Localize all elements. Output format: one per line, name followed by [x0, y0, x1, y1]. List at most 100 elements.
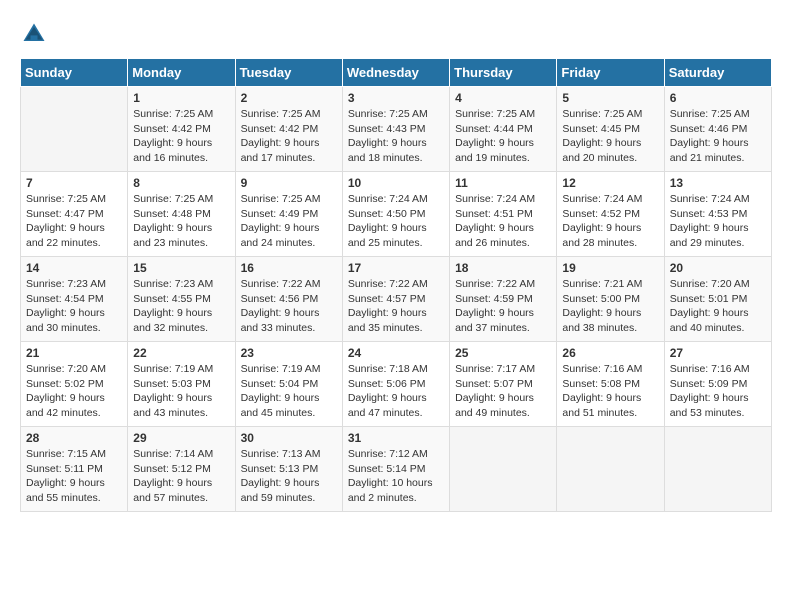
calendar-cell: 15 Sunrise: 7:23 AM Sunset: 4:55 PM Dayli… — [128, 257, 235, 342]
day-number: 25 — [455, 346, 551, 360]
calendar-cell: 18 Sunrise: 7:22 AM Sunset: 4:59 PM Dayli… — [450, 257, 557, 342]
day-number: 16 — [241, 261, 337, 275]
calendar-cell: 17Sunrise: 7:22 AM Sunset: 4:57 PM Dayli… — [342, 257, 449, 342]
calendar-cell: 21Sunrise: 7:20 AM Sunset: 5:02 PM Dayli… — [21, 342, 128, 427]
day-info: Sunrise: 7:22 AM Sunset: 4:59 PM Dayligh… — [455, 277, 551, 336]
day-info: Sunrise: 7:20 AM Sunset: 5:01 PM Dayligh… — [670, 277, 766, 336]
calendar-cell: 25 Sunrise: 7:17 AM Sunset: 5:07 PM Dayli… — [450, 342, 557, 427]
calendar-cell: 23 Sunrise: 7:19 AM Sunset: 5:04 PM Dayli… — [235, 342, 342, 427]
day-info: Sunrise: 7:25 AM Sunset: 4:46 PM Dayligh… — [670, 107, 766, 166]
calendar-cell: 24Sunrise: 7:18 AM Sunset: 5:06 PM Dayli… — [342, 342, 449, 427]
calendar-cell: 14 Sunrise: 7:23 AM Sunset: 4:54 PM Dayli… — [21, 257, 128, 342]
header-tuesday: Tuesday — [235, 59, 342, 87]
calendar-cell: 9 Sunrise: 7:25 AM Sunset: 4:49 PM Daylig… — [235, 172, 342, 257]
day-number: 7 — [26, 176, 122, 190]
day-info: Sunrise: 7:25 AM Sunset: 4:42 PM Dayligh… — [241, 107, 337, 166]
day-number: 1 — [133, 91, 229, 105]
day-number: 15 — [133, 261, 229, 275]
week-row-2: 7 Sunrise: 7:25 AM Sunset: 4:47 PM Daylig… — [21, 172, 772, 257]
calendar-cell: 31 Sunrise: 7:12 AM Sunset: 5:14 PM Dayli… — [342, 427, 449, 512]
day-number: 31 — [348, 431, 444, 445]
day-info: Sunrise: 7:14 AM Sunset: 5:12 PM Dayligh… — [133, 447, 229, 506]
calendar-cell: 3 Sunrise: 7:25 AM Sunset: 4:43 PM Daylig… — [342, 87, 449, 172]
day-info: Sunrise: 7:25 AM Sunset: 4:45 PM Dayligh… — [562, 107, 658, 166]
calendar-body: 1 Sunrise: 7:25 AM Sunset: 4:42 PM Daylig… — [21, 87, 772, 512]
day-number: 18 — [455, 261, 551, 275]
week-row-5: 28 Sunrise: 7:15 AM Sunset: 5:11 PM Dayli… — [21, 427, 772, 512]
calendar-cell: 26 Sunrise: 7:16 AM Sunset: 5:08 PM Dayli… — [557, 342, 664, 427]
header-monday: Monday — [128, 59, 235, 87]
calendar-cell: 20Sunrise: 7:20 AM Sunset: 5:01 PM Dayli… — [664, 257, 771, 342]
day-info: Sunrise: 7:25 AM Sunset: 4:42 PM Dayligh… — [133, 107, 229, 166]
calendar-cell: 13 Sunrise: 7:24 AM Sunset: 4:53 PM Dayli… — [664, 172, 771, 257]
calendar-cell: 12 Sunrise: 7:24 AM Sunset: 4:52 PM Dayli… — [557, 172, 664, 257]
day-info: Sunrise: 7:17 AM Sunset: 5:07 PM Dayligh… — [455, 362, 551, 421]
day-info: Sunrise: 7:22 AM Sunset: 4:56 PM Dayligh… — [241, 277, 337, 336]
calendar-cell: 10 Sunrise: 7:24 AM Sunset: 4:50 PM Dayli… — [342, 172, 449, 257]
day-info: Sunrise: 7:25 AM Sunset: 4:43 PM Dayligh… — [348, 107, 444, 166]
day-number: 21 — [26, 346, 122, 360]
day-number: 5 — [562, 91, 658, 105]
day-number: 6 — [670, 91, 766, 105]
day-info: Sunrise: 7:23 AM Sunset: 4:54 PM Dayligh… — [26, 277, 122, 336]
day-info: Sunrise: 7:23 AM Sunset: 4:55 PM Dayligh… — [133, 277, 229, 336]
day-info: Sunrise: 7:24 AM Sunset: 4:52 PM Dayligh… — [562, 192, 658, 251]
calendar-cell: 19Sunrise: 7:21 AM Sunset: 5:00 PM Dayli… — [557, 257, 664, 342]
day-number: 3 — [348, 91, 444, 105]
calendar-cell: 27 Sunrise: 7:16 AM Sunset: 5:09 PM Dayli… — [664, 342, 771, 427]
day-info: Sunrise: 7:25 AM Sunset: 4:49 PM Dayligh… — [241, 192, 337, 251]
day-number: 12 — [562, 176, 658, 190]
logo — [20, 20, 52, 48]
day-number: 10 — [348, 176, 444, 190]
day-info: Sunrise: 7:16 AM Sunset: 5:08 PM Dayligh… — [562, 362, 658, 421]
day-number: 30 — [241, 431, 337, 445]
calendar-cell: 29 Sunrise: 7:14 AM Sunset: 5:12 PM Dayli… — [128, 427, 235, 512]
day-info: Sunrise: 7:25 AM Sunset: 4:47 PM Dayligh… — [26, 192, 122, 251]
logo-icon — [20, 20, 48, 48]
day-info: Sunrise: 7:19 AM Sunset: 5:03 PM Dayligh… — [133, 362, 229, 421]
calendar-table: SundayMondayTuesdayWednesdayThursdayFrid… — [20, 58, 772, 512]
day-number: 27 — [670, 346, 766, 360]
day-number: 22 — [133, 346, 229, 360]
day-number: 23 — [241, 346, 337, 360]
week-row-4: 21Sunrise: 7:20 AM Sunset: 5:02 PM Dayli… — [21, 342, 772, 427]
day-number: 8 — [133, 176, 229, 190]
header-friday: Friday — [557, 59, 664, 87]
calendar-cell — [664, 427, 771, 512]
header-wednesday: Wednesday — [342, 59, 449, 87]
day-info: Sunrise: 7:25 AM Sunset: 4:44 PM Dayligh… — [455, 107, 551, 166]
day-number: 29 — [133, 431, 229, 445]
day-info: Sunrise: 7:19 AM Sunset: 5:04 PM Dayligh… — [241, 362, 337, 421]
calendar-cell: 30 Sunrise: 7:13 AM Sunset: 5:13 PM Dayli… — [235, 427, 342, 512]
day-info: Sunrise: 7:12 AM Sunset: 5:14 PM Dayligh… — [348, 447, 444, 506]
calendar-cell: 16 Sunrise: 7:22 AM Sunset: 4:56 PM Dayli… — [235, 257, 342, 342]
day-number: 26 — [562, 346, 658, 360]
header-row: SundayMondayTuesdayWednesdayThursdayFrid… — [21, 59, 772, 87]
day-number: 14 — [26, 261, 122, 275]
calendar-cell — [450, 427, 557, 512]
calendar-cell: 28 Sunrise: 7:15 AM Sunset: 5:11 PM Dayli… — [21, 427, 128, 512]
week-row-3: 14 Sunrise: 7:23 AM Sunset: 4:54 PM Dayli… — [21, 257, 772, 342]
day-info: Sunrise: 7:24 AM Sunset: 4:50 PM Dayligh… — [348, 192, 444, 251]
page-header — [20, 20, 772, 48]
day-number: 4 — [455, 91, 551, 105]
calendar-cell: 5 Sunrise: 7:25 AM Sunset: 4:45 PM Daylig… — [557, 87, 664, 172]
day-info: Sunrise: 7:16 AM Sunset: 5:09 PM Dayligh… — [670, 362, 766, 421]
day-info: Sunrise: 7:24 AM Sunset: 4:53 PM Dayligh… — [670, 192, 766, 251]
day-number: 24 — [348, 346, 444, 360]
day-number: 17 — [348, 261, 444, 275]
calendar-header: SundayMondayTuesdayWednesdayThursdayFrid… — [21, 59, 772, 87]
calendar-cell: 8 Sunrise: 7:25 AM Sunset: 4:48 PM Daylig… — [128, 172, 235, 257]
day-info: Sunrise: 7:15 AM Sunset: 5:11 PM Dayligh… — [26, 447, 122, 506]
day-number: 13 — [670, 176, 766, 190]
calendar-cell: 1 Sunrise: 7:25 AM Sunset: 4:42 PM Daylig… — [128, 87, 235, 172]
day-info: Sunrise: 7:25 AM Sunset: 4:48 PM Dayligh… — [133, 192, 229, 251]
calendar-cell: 7 Sunrise: 7:25 AM Sunset: 4:47 PM Daylig… — [21, 172, 128, 257]
calendar-cell — [21, 87, 128, 172]
calendar-cell: 22 Sunrise: 7:19 AM Sunset: 5:03 PM Dayli… — [128, 342, 235, 427]
calendar-cell: 11Sunrise: 7:24 AM Sunset: 4:51 PM Dayli… — [450, 172, 557, 257]
day-info: Sunrise: 7:13 AM Sunset: 5:13 PM Dayligh… — [241, 447, 337, 506]
calendar-cell: 4 Sunrise: 7:25 AM Sunset: 4:44 PM Daylig… — [450, 87, 557, 172]
day-number: 9 — [241, 176, 337, 190]
day-number: 28 — [26, 431, 122, 445]
